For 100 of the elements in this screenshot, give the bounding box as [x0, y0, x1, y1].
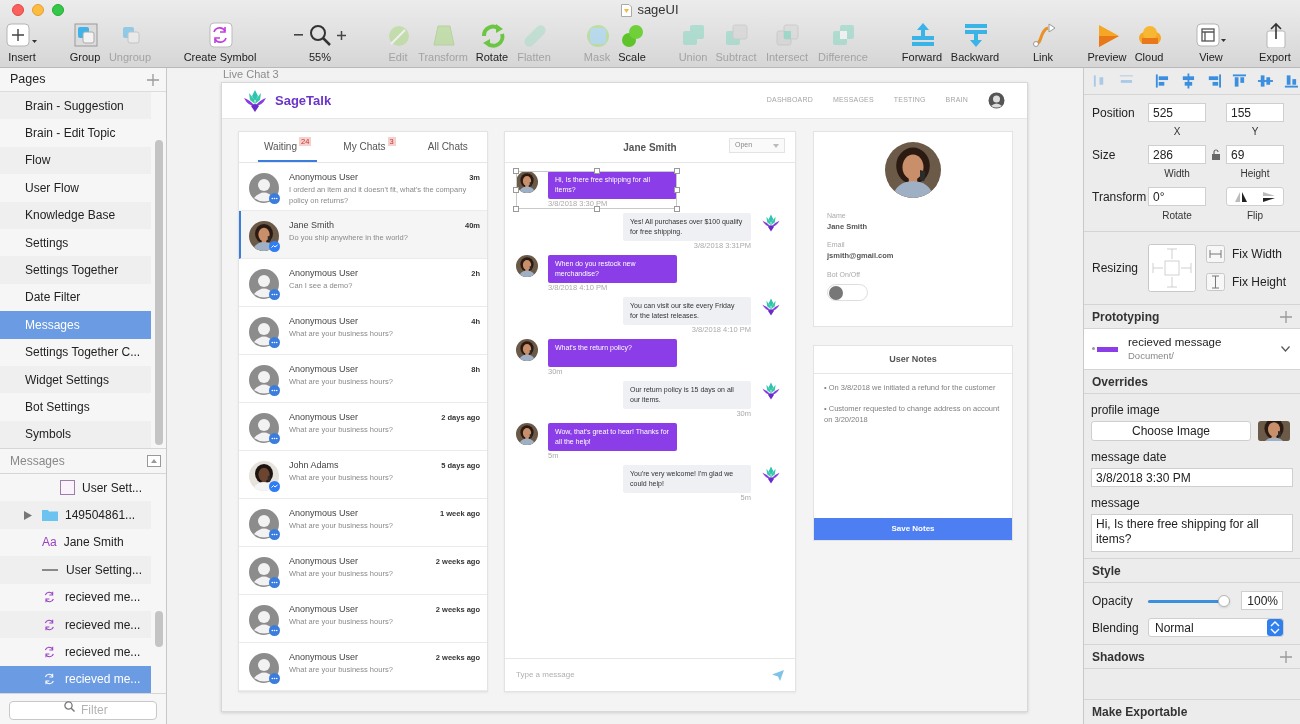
field-caption: Width — [1163, 167, 1191, 181]
flip-control[interactable] — [1226, 187, 1284, 206]
page-item[interactable]: Knowledge Base — [0, 201, 151, 229]
align-top-icon[interactable] — [1231, 72, 1249, 90]
align-middle-icon[interactable] — [1257, 72, 1275, 90]
zoom-level: 55% — [309, 51, 331, 64]
page-item[interactable]: Settings Together — [0, 256, 151, 284]
panel-title: Messages — [10, 453, 65, 470]
close-button[interactable] — [12, 4, 24, 16]
minimize-button[interactable] — [32, 4, 44, 16]
slider-thumb[interactable] — [1218, 594, 1230, 607]
number-field[interactable]: 525 — [1148, 103, 1206, 122]
text-area[interactable]: Hi, Is there free shipping for all items? — [1091, 514, 1293, 552]
align-left-icon[interactable] — [1153, 72, 1171, 90]
disclosure-icon[interactable] — [24, 510, 32, 520]
chevron-icon[interactable] — [1281, 346, 1290, 352]
layer-item[interactable]: User Setting... — [0, 556, 151, 584]
preview-button[interactable]: Preview — [1087, 21, 1127, 64]
zoom-in-button[interactable] — [337, 30, 346, 40]
toggle-switch[interactable] — [827, 284, 868, 301]
contact-name: Anonymous User — [289, 411, 359, 423]
scrollbar[interactable] — [155, 611, 163, 647]
scrollbar[interactable] — [155, 140, 163, 445]
number-field[interactable]: 69 — [1226, 145, 1284, 164]
add-icon[interactable] — [147, 73, 159, 86]
number-field[interactable]: 100% — [1241, 591, 1283, 610]
resizing-control[interactable] — [1148, 244, 1196, 292]
scale-button[interactable]: Scale — [618, 21, 646, 64]
avatar-icon[interactable] — [988, 92, 1005, 109]
folder-icon — [42, 509, 58, 522]
layer-item[interactable]: 149504861... — [0, 501, 151, 529]
caret-icon — [773, 143, 779, 148]
link-button[interactable]: Link — [1030, 21, 1056, 64]
insert-button[interactable]: Insert — [6, 21, 38, 64]
add-icon[interactable] — [1280, 650, 1292, 663]
group-button[interactable]: Group — [69, 21, 101, 64]
view-button[interactable]: View — [1195, 21, 1227, 64]
flip-horizontal-icon[interactable] — [1234, 190, 1248, 203]
opacity-slider[interactable] — [1148, 594, 1230, 607]
difference-icon — [830, 22, 856, 48]
symbol-path: Document/ — [1128, 348, 1175, 363]
fix-height-button[interactable]: Fix Height — [1206, 273, 1287, 291]
intersect-icon — [774, 22, 800, 48]
page-item[interactable]: Widget Settings — [0, 365, 151, 394]
search-icon — [309, 24, 331, 46]
zoom-button[interactable] — [52, 4, 64, 16]
group-icon — [72, 22, 98, 48]
blending-dropdown[interactable]: Normal — [1148, 618, 1284, 637]
tab[interactable]: All Chats — [421, 132, 474, 162]
field-caption: Height — [1239, 167, 1271, 181]
lotus-icon — [761, 465, 781, 485]
card-title: User Notes — [889, 352, 937, 366]
lotus-icon — [761, 297, 781, 317]
contact-name: Anonymous User — [289, 507, 359, 519]
number-field[interactable]: 155 — [1226, 103, 1284, 122]
save-notes-button[interactable]: Save Notes — [814, 518, 1012, 540]
text-layer-icon: Aa — [42, 533, 57, 552]
page-item[interactable]: Symbols — [0, 420, 151, 448]
page-item[interactable]: Flow — [0, 146, 151, 175]
number-field[interactable]: 286 — [1148, 145, 1206, 164]
symbol-icon — [207, 22, 233, 48]
align-bottom-icon[interactable] — [1283, 72, 1300, 90]
page-item[interactable]: Brain - Suggestion — [0, 92, 151, 120]
field-caption: Flip — [1245, 209, 1265, 223]
message-field[interactable]: Type a message — [516, 669, 772, 681]
symbol-button[interactable]: Create Symbol — [183, 21, 257, 64]
add-icon[interactable] — [1280, 310, 1292, 323]
lock-icon[interactable] — [1212, 149, 1220, 160]
forward-button[interactable]: Forward — [901, 21, 943, 64]
fix-width-icon — [1206, 245, 1225, 263]
contact-name: Anonymous User — [289, 555, 359, 567]
backward-button[interactable]: Backward — [950, 21, 1000, 64]
choose-image-button[interactable]: Choose Image — [1091, 421, 1251, 441]
lotus-icon — [761, 213, 781, 233]
override-label: profile image — [1091, 402, 1161, 419]
symbol-instance-row[interactable]: recieved message Document/ — [1084, 329, 1300, 370]
rectangle-icon — [60, 480, 75, 496]
number-field[interactable]: 0° — [1148, 187, 1206, 206]
subtract-icon — [723, 22, 749, 48]
rotate-icon — [479, 22, 505, 48]
cloud-button[interactable]: Cloud — [1134, 21, 1164, 64]
property-label: Transform — [1091, 188, 1148, 206]
brand-name: SageTalk — [275, 91, 332, 110]
send-icon[interactable] — [772, 669, 784, 681]
fix-width-button[interactable]: Fix Width — [1206, 245, 1287, 263]
layer-item[interactable]: recieved me... — [0, 610, 151, 639]
panel-title: Pages — [10, 71, 46, 89]
filter-field[interactable]: Filter — [9, 700, 157, 720]
collapse-icon[interactable] — [147, 455, 161, 467]
text-field[interactable]: 3/8/2018 3:30 PM — [1091, 468, 1293, 487]
transform-icon — [430, 22, 456, 48]
section-title: Style — [1092, 562, 1121, 580]
override-label: message date — [1091, 449, 1168, 466]
export-button[interactable]: Export — [1259, 21, 1291, 64]
contact-name: Jane Smith — [289, 219, 335, 231]
rotate-button[interactable]: Rotate — [475, 21, 509, 64]
mask-icon — [584, 22, 610, 48]
fix-height-icon — [1206, 273, 1225, 291]
section-title: Overrides — [1092, 373, 1149, 391]
flip-vertical-icon[interactable] — [1262, 190, 1276, 203]
